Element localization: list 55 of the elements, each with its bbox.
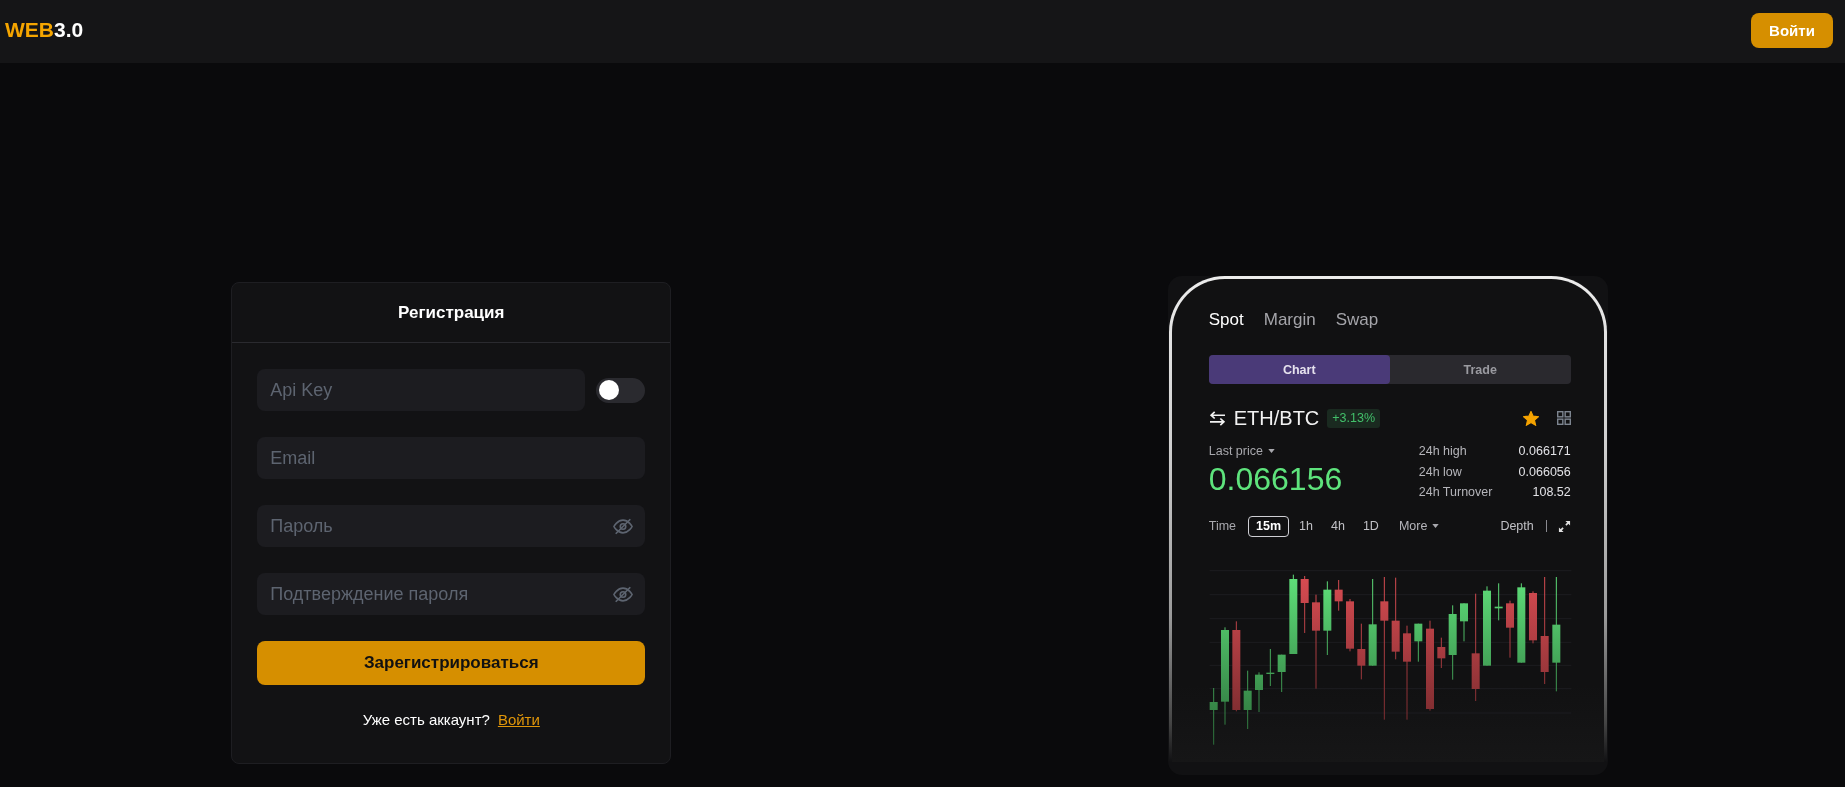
password-field[interactable]: Подтверждение пароля bbox=[257, 573, 646, 615]
expand-icon[interactable] bbox=[1557, 519, 1571, 533]
input-field[interactable]: Api Key bbox=[257, 369, 586, 411]
bearish-candle bbox=[1345, 599, 1354, 652]
register-button[interactable]: Зарегистрироваться bbox=[257, 641, 646, 685]
caret-down-icon bbox=[1267, 449, 1275, 453]
bullish-candle bbox=[1494, 583, 1503, 621]
depth-link[interactable]: Depth bbox=[1500, 519, 1534, 533]
interval-tab[interactable]: 15m bbox=[1248, 515, 1290, 537]
view-tab[interactable]: Chart bbox=[1208, 355, 1390, 384]
stat-label: 24h low bbox=[1418, 463, 1463, 481]
bullish-candle bbox=[1209, 688, 1218, 745]
star-icon[interactable] bbox=[1522, 410, 1539, 426]
toggle-switch[interactable] bbox=[596, 377, 646, 403]
stat-value: 0.066056 bbox=[1518, 463, 1571, 481]
view-tab[interactable]: Trade bbox=[1389, 355, 1571, 384]
stat-label: 24h high bbox=[1418, 443, 1468, 460]
interval-tab[interactable]: 1h bbox=[1291, 515, 1321, 537]
trading-pair: ETH/BTC bbox=[1233, 406, 1320, 430]
bearish-candle bbox=[1300, 576, 1309, 633]
bullish-candle bbox=[1254, 672, 1263, 712]
eye-off-icon[interactable] bbox=[613, 517, 634, 535]
market-tab[interactable]: Spot bbox=[1208, 309, 1244, 331]
bearish-candle bbox=[1505, 600, 1514, 658]
time-label: Time bbox=[1208, 519, 1237, 533]
login-link[interactable]: Войти bbox=[497, 711, 540, 728]
bearish-candle bbox=[1357, 623, 1366, 680]
last-price-dropdown[interactable]: Last price bbox=[1208, 443, 1275, 459]
market-tab[interactable]: Swap bbox=[1335, 309, 1379, 331]
interval-tab[interactable]: 4h bbox=[1323, 515, 1353, 537]
bearish-candle bbox=[1334, 580, 1343, 611]
swap-arrows-icon[interactable] bbox=[1208, 410, 1226, 426]
stat-value: 0.066171 bbox=[1518, 443, 1571, 460]
bearish-candle bbox=[1528, 591, 1537, 644]
bullish-candle bbox=[1414, 623, 1423, 662]
input-field[interactable]: Email bbox=[257, 437, 646, 479]
stat-label: 24h Turnover bbox=[1418, 484, 1493, 501]
interval-tab[interactable]: 1D bbox=[1354, 515, 1387, 537]
account-prompt: Уже есть аккаунт? bbox=[362, 711, 490, 728]
stat-value: 108.52 bbox=[1531, 484, 1571, 501]
caret-down-icon bbox=[1432, 524, 1440, 528]
bullish-candle bbox=[1277, 654, 1286, 692]
password-field[interactable]: Пароль bbox=[257, 505, 646, 547]
bullish-candle bbox=[1459, 603, 1468, 642]
logo: WEB3.0 bbox=[5, 18, 84, 42]
change-badge: +3.13% bbox=[1327, 408, 1381, 428]
bearish-candle bbox=[1437, 637, 1446, 668]
bullish-candle bbox=[1243, 670, 1252, 729]
more-dropdown[interactable]: More bbox=[1398, 519, 1440, 533]
registration-title: Регистрация bbox=[398, 302, 505, 323]
eye-off-icon[interactable] bbox=[613, 585, 634, 603]
market-tab[interactable]: Margin bbox=[1263, 309, 1316, 331]
last-price-value: 0.066156 bbox=[1208, 460, 1343, 499]
grid-icon[interactable] bbox=[1556, 411, 1571, 425]
bullish-candle bbox=[1266, 649, 1275, 686]
